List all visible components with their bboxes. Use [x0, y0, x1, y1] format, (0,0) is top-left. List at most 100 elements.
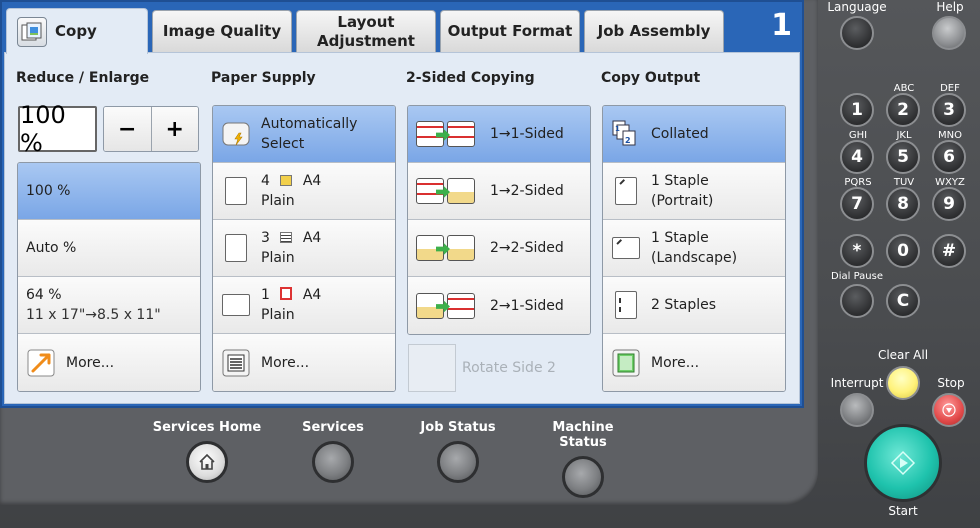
one-to-two-sided-icon	[416, 178, 480, 204]
tray-red-icon	[280, 287, 293, 300]
tray-1-type: Plain	[261, 307, 295, 323]
tab-job-assembly[interactable]: Job Assembly	[584, 10, 724, 52]
paper-supply-title: Paper Supply	[211, 70, 316, 86]
clear-all-label: Clear All	[877, 348, 929, 362]
dial-pause-label: Dial Pause	[831, 271, 883, 282]
sided-1-2-label: 1→2-Sided	[490, 183, 564, 199]
tray-4-number: 4	[261, 173, 270, 189]
sided-1-2-option[interactable]: 1→2-Sided	[408, 163, 590, 220]
job-status-round-icon	[437, 441, 479, 483]
ratio-100-label: 100 %	[26, 183, 71, 199]
key-star[interactable]: *	[840, 234, 874, 268]
paper-sheet-icon	[221, 233, 251, 263]
services-home-label: Services Home	[152, 420, 262, 435]
staple-portrait-icon	[611, 176, 641, 206]
tab-image-quality[interactable]: Image Quality	[152, 10, 292, 52]
tab-output-format[interactable]: Output Format	[440, 10, 580, 52]
key-0[interactable]: 0	[886, 234, 920, 268]
tray-1-number: 1	[261, 287, 270, 303]
sided-1-1-label: 1→1-Sided	[490, 126, 564, 142]
ratio-64-label: 64 %	[26, 287, 62, 303]
tab-copy[interactable]: Copy	[6, 8, 148, 54]
tab-layout-adjustment[interactable]: Layout Adjustment	[296, 10, 436, 52]
sided-2-1-option[interactable]: 2→1-Sided	[408, 277, 590, 334]
machine-status-button[interactable]: Machine Status	[528, 420, 638, 498]
paper-tray-3-option[interactable]: 3 A4 Plain	[213, 220, 395, 277]
output-1-staple-landscape-option[interactable]: 1 Staple (Landscape)	[603, 220, 785, 277]
output-collated-option[interactable]: 2 1 Collated	[603, 106, 785, 163]
staple-landscape-line1: 1 Staple	[651, 230, 709, 246]
sided-2-2-option[interactable]: 2→2-Sided	[408, 220, 590, 277]
tab-output-format-label: Output Format	[447, 22, 573, 40]
output-1-staple-portrait-option[interactable]: 1 Staple (Portrait)	[603, 163, 785, 220]
paper-auto-option[interactable]: Automatically Select	[213, 106, 395, 163]
tab-layout-line2: Adjustment	[317, 31, 415, 50]
clear-button[interactable]: C	[886, 284, 920, 318]
tray-4-type: Plain	[261, 193, 295, 209]
svg-text:2: 2	[625, 136, 631, 145]
paper-tray-1-option[interactable]: 1 A4 Plain	[213, 277, 395, 334]
stop-button[interactable]	[932, 393, 966, 427]
key-3[interactable]: 3	[932, 93, 966, 127]
key-1[interactable]: 1	[840, 93, 874, 127]
copy-output-list: 2 1 Collated 1 Staple (Portrait) 1 Stapl…	[602, 105, 786, 392]
clear-all-button[interactable]	[886, 366, 920, 400]
language-label: Language	[827, 0, 887, 14]
tray-3-size: A4	[302, 230, 322, 246]
language-button[interactable]	[840, 16, 874, 50]
tray-3-type: Plain	[261, 250, 295, 266]
output-more-option[interactable]: More...	[603, 334, 785, 391]
services-home-button[interactable]: Services Home	[152, 420, 262, 483]
staple-landscape-icon	[611, 233, 641, 263]
start-button[interactable]	[864, 424, 942, 502]
services-label: Services	[302, 420, 364, 435]
ratio-64-option[interactable]: 64 % 11 x 17"→8.5 x 11"	[18, 277, 200, 334]
interrupt-button[interactable]	[840, 393, 874, 427]
paper-supply-list: Automatically Select 4 A4 Plain 3 A4 Pla…	[212, 105, 396, 392]
machine-status-round-icon	[562, 456, 604, 498]
paper-more-option[interactable]: More...	[213, 334, 395, 391]
staple-landscape-line2: (Landscape)	[651, 250, 738, 266]
job-status-button[interactable]: Job Status	[403, 420, 513, 483]
tab-image-quality-label: Image Quality	[162, 22, 282, 40]
rotate-side-2-button[interactable]: Rotate Side 2	[408, 344, 592, 392]
stop-label: Stop	[937, 376, 965, 390]
paper-sheet-icon	[221, 176, 251, 206]
stop-icon	[942, 403, 956, 417]
ratio-auto-option[interactable]: Auto %	[18, 220, 200, 277]
touch-screen: Copy Image Quality Layout Adjustment Out…	[0, 0, 804, 408]
key-8[interactable]: 8	[886, 187, 920, 221]
reduce-enlarge-value[interactable]: 100 %	[18, 101, 97, 157]
copy-icon	[17, 16, 47, 47]
enlarge-arrow-icon	[26, 348, 56, 378]
reduce-enlarge-list: 100 % Auto % 64 % 11 x 17"→8.5 x 11" Mor…	[17, 162, 201, 392]
svg-text:1: 1	[615, 125, 620, 133]
ratio-100-option[interactable]: 100 %	[18, 163, 200, 220]
tab-job-assembly-label: Job Assembly	[597, 22, 711, 40]
ratio-auto-label: Auto %	[26, 240, 77, 256]
increase-button[interactable]: +	[151, 107, 198, 151]
key-9[interactable]: 9	[932, 187, 966, 221]
key-7[interactable]: 7	[840, 187, 874, 221]
sided-1-1-option[interactable]: 1→1-Sided	[408, 106, 590, 163]
key-2[interactable]: 2	[886, 93, 920, 127]
dial-pause-button[interactable]	[840, 284, 874, 318]
decrease-button[interactable]: −	[104, 107, 152, 151]
paper-tray-4-option[interactable]: 4 A4 Plain	[213, 163, 395, 220]
services-button[interactable]: Services	[278, 420, 388, 483]
key-6[interactable]: 6	[932, 140, 966, 174]
paper-more-label: More...	[261, 354, 310, 371]
key-4[interactable]: 4	[840, 140, 874, 174]
output-2-staples-label: 2 Staples	[651, 297, 716, 313]
paper-auto-line2: Select	[261, 136, 305, 152]
output-2-staples-option[interactable]: 2 Staples	[603, 277, 785, 334]
reduce-enlarge-title: Reduce / Enlarge	[16, 70, 150, 86]
copy-output-title: Copy Output	[601, 70, 701, 86]
screen-number: 1	[771, 8, 792, 43]
output-collated-label: Collated	[651, 126, 709, 142]
key-5[interactable]: 5	[886, 140, 920, 174]
key-hash[interactable]: #	[932, 234, 966, 268]
ratio-more-option[interactable]: More...	[18, 334, 200, 391]
help-button[interactable]	[932, 16, 966, 50]
one-to-one-sided-icon	[416, 121, 480, 147]
